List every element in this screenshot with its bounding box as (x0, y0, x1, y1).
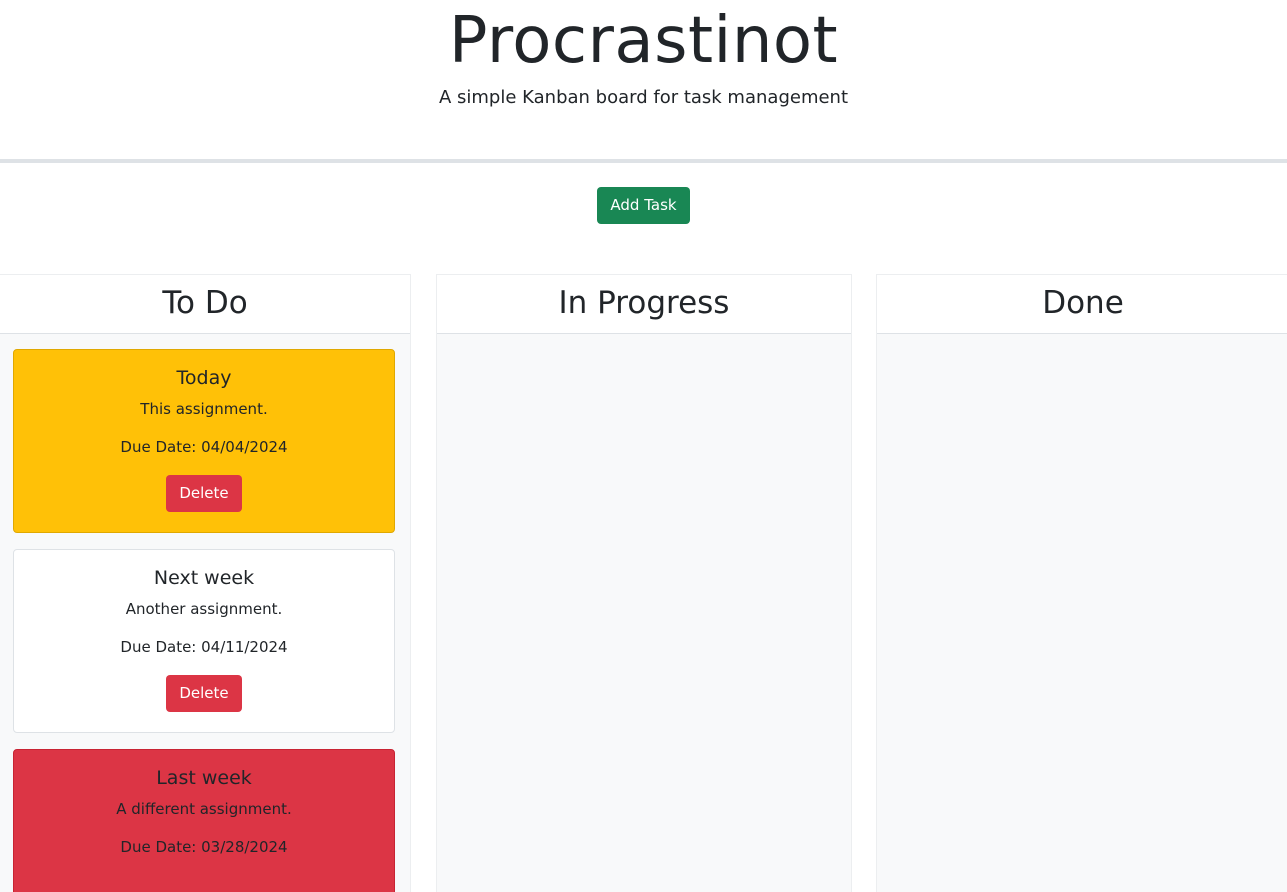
lane-done[interactable]: Done (876, 274, 1287, 892)
task-title: Last week (156, 767, 252, 789)
delete-button[interactable]: Delete (166, 475, 242, 512)
lane-title: In Progress (437, 275, 851, 334)
lane-to-do[interactable]: To Do Today This assignment. Due Date: 0… (0, 274, 411, 892)
page-subtitle: A simple Kanban board for task managemen… (438, 87, 849, 108)
page-header: Procrastinot A simple Kanban board for t… (0, 0, 1287, 159)
lane-title: To Do (0, 275, 410, 334)
toolbar: Add Task (0, 163, 1287, 274)
delete-button[interactable]: Delete (166, 675, 242, 712)
add-task-button[interactable]: Add Task (597, 187, 690, 224)
task-title: Next week (153, 567, 255, 589)
task-card[interactable]: Last week A different assignment. Due Da… (13, 749, 395, 892)
task-due-date: Due Date: 03/28/2024 (120, 838, 288, 856)
kanban-board: To Do Today This assignment. Due Date: 0… (0, 274, 1287, 892)
task-card[interactable]: Today This assignment. Due Date: 04/04/2… (13, 349, 395, 533)
task-title: Today (176, 367, 232, 389)
task-description: This assignment. (140, 400, 268, 418)
page-title: Procrastinot (448, 4, 839, 78)
task-description: A different assignment. (116, 800, 292, 818)
lane-in-progress[interactable]: In Progress (436, 274, 852, 892)
task-card[interactable]: Next week Another assignment. Due Date: … (13, 549, 395, 733)
task-due-date: Due Date: 04/04/2024 (120, 438, 288, 456)
lane-title: Done (877, 275, 1287, 334)
task-due-date: Due Date: 04/11/2024 (120, 638, 288, 656)
task-description: Another assignment. (125, 600, 283, 618)
